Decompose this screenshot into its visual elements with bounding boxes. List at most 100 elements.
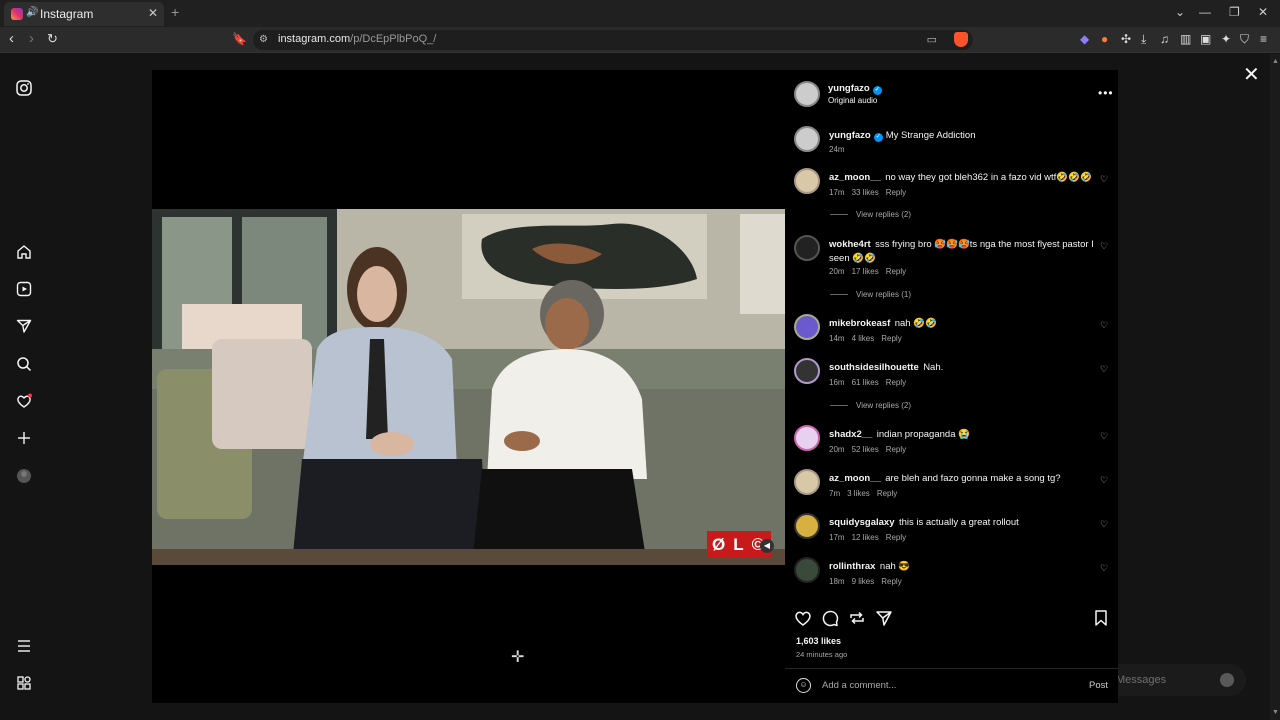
comment-avatar[interactable] (794, 168, 820, 194)
comment-likes[interactable]: 4 likes (852, 334, 875, 343)
reply-button[interactable]: Reply (886, 378, 906, 387)
scroll-up-icon[interactable]: ▲ (1272, 58, 1279, 65)
comment-avatar[interactable] (794, 469, 820, 495)
repost-icon[interactable] (848, 609, 866, 632)
comment-likes[interactable]: 9 likes (852, 577, 875, 586)
ai-sparkle-icon[interactable]: ✦ (1221, 32, 1231, 46)
site-info-icon[interactable]: ⚙ (259, 34, 268, 45)
view-replies-button[interactable]: View replies (2) (830, 401, 911, 410)
reply-button[interactable]: Reply (881, 334, 901, 343)
wallet-icon[interactable]: ▣ (1200, 32, 1211, 46)
comment-username[interactable]: rollinthrax (829, 561, 875, 572)
comment-avatar[interactable] (794, 513, 820, 539)
view-replies-button[interactable]: View replies (2) (830, 210, 911, 219)
leo-ai-icon[interactable]: ◆ (1080, 32, 1089, 46)
direct-messages-icon[interactable] (15, 318, 33, 336)
brave-shields-icon[interactable] (954, 32, 968, 47)
bookmark-page-icon[interactable]: 🔖 (232, 31, 247, 47)
comment-likes[interactable]: 52 likes (852, 445, 879, 454)
close-modal-icon[interactable]: ✕ (1243, 62, 1260, 87)
like-icon[interactable] (794, 609, 812, 632)
messages-pill[interactable]: Messages (1100, 664, 1246, 696)
like-comment-icon[interactable]: ♡ (1100, 320, 1108, 331)
forward-icon[interactable]: › (29, 31, 34, 47)
author-username[interactable]: yungfazo (828, 83, 870, 94)
comment-avatar[interactable] (794, 557, 820, 583)
emoji-icon[interactable]: ☺ (796, 678, 811, 693)
close-window-icon[interactable]: ✕ (1258, 5, 1268, 19)
cast-icon[interactable]: ▭ (927, 33, 937, 46)
like-comment-icon[interactable]: ♡ (1100, 519, 1108, 530)
comment-avatar[interactable] (794, 358, 820, 384)
reload-icon[interactable]: ↻ (47, 31, 58, 47)
address-bar[interactable]: ⚙ instagram.com/p/DcEpPlbPoQ_/ ▭ (253, 30, 973, 50)
like-comment-icon[interactable]: ♡ (1100, 364, 1108, 375)
extensions-icon[interactable]: ✣ (1121, 32, 1131, 46)
comment-username[interactable]: shadx2__ (829, 429, 872, 440)
comment-avatar[interactable] (794, 235, 820, 261)
reply-button[interactable]: Reply (877, 489, 897, 498)
search-icon[interactable] (15, 356, 33, 374)
author-username-row[interactable]: yungfazo ✓ (828, 83, 885, 95)
reply-button[interactable]: Reply (886, 533, 906, 542)
instagram-logo-icon[interactable] (15, 80, 33, 98)
comment-username[interactable]: az_moon__ (829, 172, 881, 183)
comment-input[interactable]: Add a comment... (822, 680, 896, 691)
save-icon[interactable] (1092, 609, 1110, 632)
audio-subtitle[interactable]: Original audio (828, 96, 877, 105)
like-comment-icon[interactable]: ♡ (1100, 431, 1108, 442)
comment-username[interactable]: southsidesilhouette (829, 362, 919, 373)
comment-likes[interactable]: 17 likes (852, 267, 879, 276)
reply-button[interactable]: Reply (881, 577, 901, 586)
media-icon[interactable]: ♫ (1160, 32, 1169, 46)
share-icon[interactable] (875, 609, 893, 632)
comment-likes[interactable]: 12 likes (852, 533, 879, 542)
url-text[interactable]: instagram.com/p/DcEpPlbPoQ_/ (278, 33, 436, 45)
minimize-icon[interactable]: — (1199, 5, 1211, 19)
caption-username[interactable]: yungfazo (829, 130, 871, 141)
like-comment-icon[interactable]: ♡ (1100, 563, 1108, 574)
caption-avatar[interactable] (794, 126, 820, 152)
speaker-icon[interactable]: 🔊 (26, 7, 38, 18)
menu-icon[interactable]: ≡ (1260, 32, 1267, 46)
vpn-shield-icon[interactable]: ⛉ (1240, 32, 1249, 47)
sidebar-icon[interactable]: ▥ (1180, 32, 1191, 46)
likes-count[interactable]: 1,603 likes (796, 636, 841, 646)
downloads-icon[interactable]: ⤓ (1141, 32, 1146, 47)
comment-likes[interactable]: 61 likes (852, 378, 879, 387)
comment-username[interactable]: mikebrokeasf (829, 318, 890, 329)
browser-tab[interactable]: 🔊 Instagram ✕ (4, 2, 164, 26)
notifications-heart-icon[interactable] (15, 393, 33, 411)
more-options-icon[interactable]: ••• (1098, 86, 1114, 100)
like-comment-icon[interactable]: ♡ (1100, 241, 1108, 252)
like-comment-icon[interactable]: ♡ (1100, 475, 1108, 486)
rewards-icon[interactable]: ● (1101, 32, 1108, 46)
mute-icon[interactable]: ◀ (760, 539, 774, 553)
view-replies-button[interactable]: View replies (1) (830, 290, 911, 299)
close-tab-icon[interactable]: ✕ (148, 6, 158, 20)
comment-icon[interactable] (821, 609, 839, 632)
create-icon[interactable] (15, 430, 33, 448)
like-comment-icon[interactable]: ♡ (1100, 174, 1108, 185)
author-avatar[interactable] (794, 81, 820, 107)
also-from-meta-icon[interactable] (15, 675, 33, 693)
reply-button[interactable]: Reply (886, 188, 906, 197)
page-scrollbar[interactable]: ▲ ▼ (1270, 54, 1280, 720)
comment-likes[interactable]: 33 likes (852, 188, 879, 197)
reply-button[interactable]: Reply (886, 445, 906, 454)
comment-likes[interactable]: 3 likes (847, 489, 870, 498)
comment-avatar[interactable] (794, 314, 820, 340)
more-menu-icon[interactable] (15, 638, 33, 656)
tab-search-icon[interactable]: ⌄ (1175, 5, 1185, 19)
home-icon[interactable] (15, 244, 33, 262)
profile-avatar[interactable] (15, 468, 33, 486)
reels-icon[interactable] (15, 281, 33, 299)
new-tab-icon[interactable]: + (171, 4, 179, 20)
back-icon[interactable]: ‹ (9, 31, 14, 47)
reply-button[interactable]: Reply (886, 267, 906, 276)
scroll-down-icon[interactable]: ▼ (1272, 709, 1279, 716)
video-player[interactable] (152, 70, 785, 703)
comment-username[interactable]: squidysgalaxy (829, 517, 894, 528)
comment-username[interactable]: wokhe4rt (829, 239, 871, 250)
post-comment-button[interactable]: Post (1089, 680, 1108, 691)
